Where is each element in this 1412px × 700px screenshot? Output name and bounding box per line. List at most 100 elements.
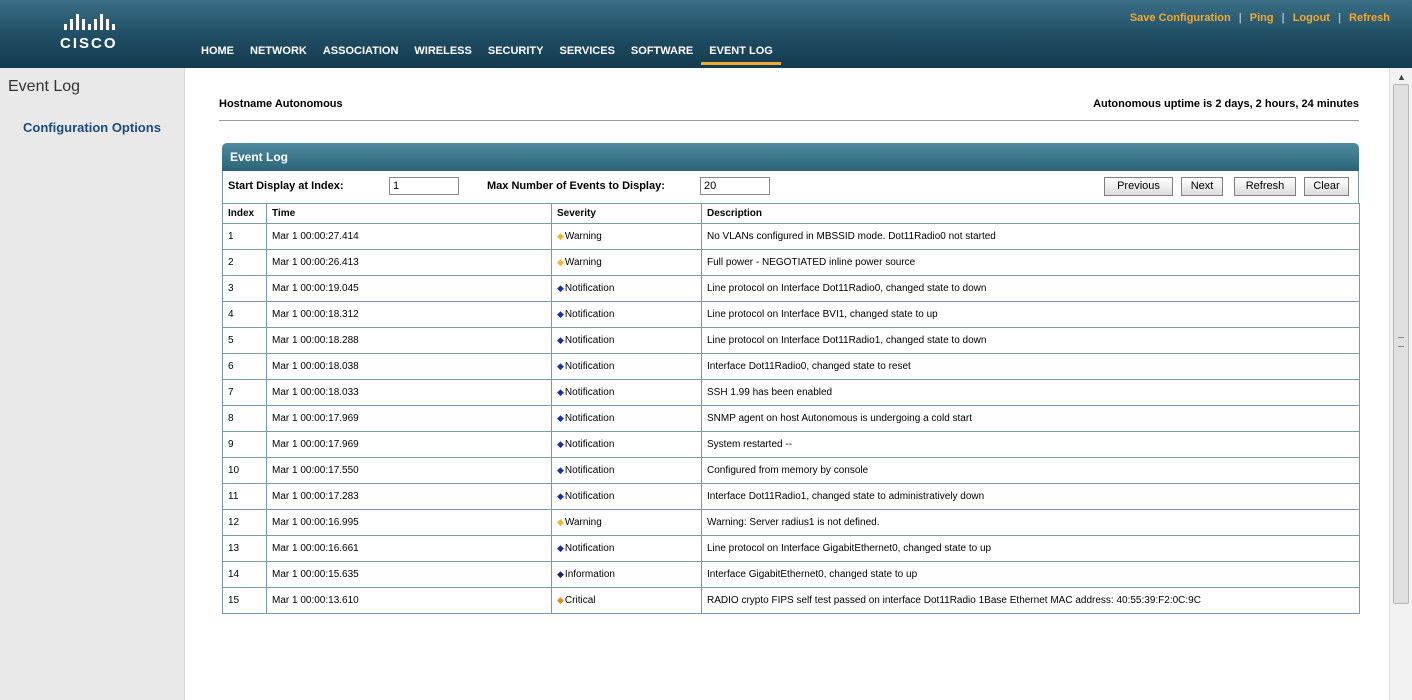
event-time: Mar 1 00:00:18.312 bbox=[266, 301, 552, 328]
event-time: Mar 1 00:00:16.995 bbox=[266, 509, 552, 536]
max-events-input[interactable] bbox=[700, 177, 770, 195]
top-header: CISCO Save Configuration | Ping | Logout… bbox=[0, 0, 1412, 68]
table-row: 5 Mar 1 00:00:18.288 ◆Notification Line pro… bbox=[222, 327, 1360, 354]
severity-label: Notification bbox=[564, 283, 615, 294]
hostname-bar: Hostname Autonomous Autonomous uptime is… bbox=[219, 96, 1359, 121]
logout-link[interactable]: Logout bbox=[1285, 12, 1338, 24]
start-index-input[interactable] bbox=[389, 177, 459, 195]
event-log-table: Index Time Severity Description 1 Mar 1 0… bbox=[222, 203, 1360, 614]
event-index: 11 bbox=[222, 483, 267, 510]
top-links: Save Configuration | Ping | Logout | Ref… bbox=[1122, 12, 1398, 24]
column-header-description: Description bbox=[701, 203, 1360, 224]
severity-diamond-icon: ◆ bbox=[557, 517, 564, 527]
next-button[interactable]: Next bbox=[1181, 177, 1223, 196]
nav-wireless[interactable]: WIRELESS bbox=[406, 44, 479, 62]
severity-diamond-icon: ◆ bbox=[557, 309, 564, 319]
column-header-time: Time bbox=[266, 203, 552, 224]
vertical-scrollbar[interactable]: ▲ bbox=[1389, 68, 1412, 700]
severity-label: Warning bbox=[564, 517, 602, 528]
event-time: Mar 1 00:00:17.969 bbox=[266, 431, 552, 458]
hostname-label: Hostname Autonomous bbox=[219, 98, 343, 110]
event-description: Line protocol on Interface BVI1, changed… bbox=[701, 301, 1360, 328]
event-description: Interface GigabitEthernet0, changed stat… bbox=[701, 561, 1360, 588]
table-row: 8 Mar 1 00:00:17.969 ◆Notification SNMP age… bbox=[222, 405, 1360, 432]
severity-label: Notification bbox=[564, 335, 615, 346]
sidebar-item-configuration-options[interactable]: Configuration Options bbox=[23, 120, 161, 135]
event-description: SNMP agent on host Autonomous is undergo… bbox=[701, 405, 1360, 432]
panel-title: Event Log bbox=[222, 143, 1359, 171]
event-time: Mar 1 00:00:18.033 bbox=[266, 379, 552, 406]
event-log-panel: Event Log Start Display at Index: Max Nu… bbox=[222, 143, 1360, 614]
event-description: No VLANs configured in MBSSID mode. Dot1… bbox=[701, 223, 1360, 250]
severity-diamond-icon: ◆ bbox=[557, 543, 564, 553]
sidebar: Event Log Configuration Options bbox=[0, 68, 185, 700]
scrollbar-grip-icon bbox=[1398, 337, 1404, 347]
event-index: 8 bbox=[222, 405, 267, 432]
cisco-logo-bars-icon bbox=[64, 14, 140, 30]
nav-home[interactable]: HOME bbox=[193, 44, 242, 62]
event-severity: ◆Notification bbox=[551, 379, 702, 406]
table-row: 14 Mar 1 00:00:15.635 ◆Information Interfac… bbox=[222, 561, 1360, 588]
display-controls: Start Display at Index: Max Number of Ev… bbox=[222, 171, 1359, 203]
event-description: RADIO crypto FIPS self test passed on in… bbox=[701, 587, 1360, 614]
severity-label: Notification bbox=[564, 361, 615, 372]
severity-diamond-icon: ◆ bbox=[557, 283, 564, 293]
event-description: Line protocol on Interface Dot11Radio0, … bbox=[701, 275, 1360, 302]
scrollbar-thumb[interactable] bbox=[1393, 84, 1409, 604]
event-index: 2 bbox=[222, 249, 267, 276]
severity-diamond-icon: ◆ bbox=[557, 231, 564, 241]
event-index: 9 bbox=[222, 431, 267, 458]
refresh-button[interactable]: Refresh bbox=[1234, 177, 1296, 196]
event-index: 14 bbox=[222, 561, 267, 588]
event-description: SSH 1.99 has been enabled bbox=[701, 379, 1360, 406]
table-row: 15 Mar 1 00:00:13.610 ◆Critical RADIO crypt… bbox=[222, 587, 1360, 614]
nav-association[interactable]: ASSOCIATION bbox=[315, 44, 407, 62]
table-row: 3 Mar 1 00:00:19.045 ◆Notification Line pro… bbox=[222, 275, 1360, 302]
event-index: 7 bbox=[222, 379, 267, 406]
scroll-up-arrow-icon[interactable]: ▲ bbox=[1397, 72, 1406, 82]
event-severity: ◆Notification bbox=[551, 327, 702, 354]
severity-diamond-icon: ◆ bbox=[557, 569, 564, 579]
severity-label: Notification bbox=[564, 309, 615, 320]
severity-label: Warning bbox=[564, 231, 602, 242]
event-description: System restarted -- bbox=[701, 431, 1360, 458]
severity-label: Notification bbox=[564, 387, 615, 398]
event-index: 13 bbox=[222, 535, 267, 562]
table-row: 4 Mar 1 00:00:18.312 ◆Notification Line pro… bbox=[222, 301, 1360, 328]
severity-diamond-icon: ◆ bbox=[557, 361, 564, 371]
sidebar-title: Event Log bbox=[8, 78, 81, 95]
clear-button[interactable]: Clear bbox=[1304, 177, 1349, 196]
severity-label: Notification bbox=[564, 413, 615, 424]
event-time: Mar 1 00:00:17.550 bbox=[266, 457, 552, 484]
nav-software[interactable]: SOFTWARE bbox=[623, 44, 701, 62]
event-index: 6 bbox=[222, 353, 267, 380]
severity-diamond-icon: ◆ bbox=[557, 413, 564, 423]
ping-link[interactable]: Ping bbox=[1242, 12, 1282, 24]
event-severity: ◆Notification bbox=[551, 301, 702, 328]
event-time: Mar 1 00:00:19.045 bbox=[266, 275, 552, 302]
severity-diamond-icon: ◆ bbox=[557, 387, 564, 397]
severity-label: Information bbox=[564, 569, 615, 580]
table-row: 12 Mar 1 00:00:16.995 ◆Warning Warning: Ser… bbox=[222, 509, 1360, 536]
event-index: 12 bbox=[222, 509, 267, 536]
refresh-link[interactable]: Refresh bbox=[1341, 12, 1398, 24]
nav-event-log[interactable]: EVENT LOG bbox=[701, 44, 781, 65]
event-time: Mar 1 00:00:15.635 bbox=[266, 561, 552, 588]
event-time: Mar 1 00:00:16.661 bbox=[266, 535, 552, 562]
severity-diamond-icon: ◆ bbox=[557, 439, 564, 449]
nav-network[interactable]: NETWORK bbox=[242, 44, 315, 62]
event-log-rows: 1 Mar 1 00:00:27.414 ◆Warning No VLANs conf… bbox=[222, 223, 1360, 614]
save-configuration-link[interactable]: Save Configuration bbox=[1122, 12, 1239, 24]
nav-security[interactable]: SECURITY bbox=[480, 44, 552, 62]
event-severity: ◆Warning bbox=[551, 223, 702, 250]
event-time: Mar 1 00:00:27.414 bbox=[266, 223, 552, 250]
previous-button[interactable]: Previous bbox=[1104, 177, 1173, 196]
table-header-row: Index Time Severity Description bbox=[222, 203, 1360, 224]
severity-diamond-icon: ◆ bbox=[557, 465, 564, 475]
severity-label: Critical bbox=[564, 595, 596, 606]
event-time: Mar 1 00:00:26.413 bbox=[266, 249, 552, 276]
table-row: 11 Mar 1 00:00:17.283 ◆Notification Interfa… bbox=[222, 483, 1360, 510]
nav-services[interactable]: SERVICES bbox=[551, 44, 622, 62]
severity-label: Notification bbox=[564, 465, 615, 476]
event-description: Interface Dot11Radio1, changed state to … bbox=[701, 483, 1360, 510]
